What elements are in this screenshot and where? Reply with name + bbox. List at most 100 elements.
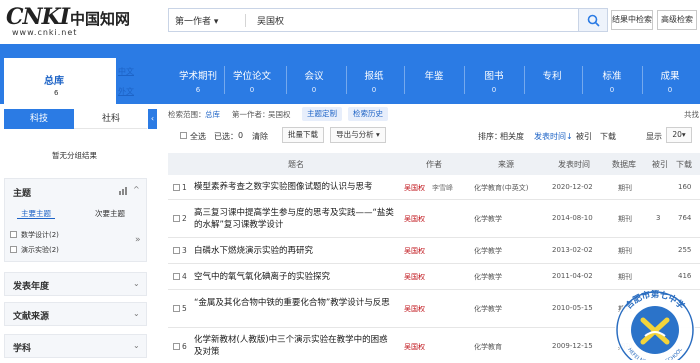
library-title: 总库 xyxy=(44,76,64,87)
batch-download-button[interactable]: 批量下载 xyxy=(282,127,324,143)
row-number: 6 xyxy=(182,342,187,351)
chart-icon[interactable] xyxy=(119,187,128,195)
facet-title: 发表年度 xyxy=(13,282,50,292)
chinese-link[interactable]: 中文 xyxy=(118,66,134,77)
category-label: 图书 xyxy=(484,71,504,82)
foreign-link[interactable]: 外文 xyxy=(118,86,134,97)
category-label: 报纸 xyxy=(364,71,384,82)
result-title-link[interactable]: 化学新教材(人教版)中三个演示实验在教学中的困惑及对策 xyxy=(194,334,394,358)
row-checkbox[interactable] xyxy=(173,215,180,222)
range-value[interactable]: 总库 xyxy=(205,109,220,120)
sort-date[interactable]: 发表时间↓ xyxy=(534,131,573,142)
search-field-select[interactable]: 第一作者 ▾ xyxy=(175,14,218,27)
category-divider xyxy=(286,66,287,94)
tab-tech[interactable]: 科技 xyxy=(4,109,74,129)
category-newspapers[interactable]: 报纸 0 xyxy=(350,68,398,94)
category-patents[interactable]: 专利 xyxy=(528,68,576,86)
search-input[interactable]: 吴国权 xyxy=(257,14,284,27)
column-date: 发表时间 xyxy=(558,160,590,169)
search-in-results-button[interactable]: 结果中检索 xyxy=(611,10,653,30)
facet-year[interactable]: 发表年度 ⌄ xyxy=(4,272,147,296)
advanced-search-button[interactable]: 高级检索 xyxy=(657,10,697,30)
row-checkbox[interactable] xyxy=(173,184,180,191)
chevron-up-icon[interactable]: ^ xyxy=(133,185,140,194)
row-checkbox[interactable] xyxy=(173,305,180,312)
checkbox[interactable] xyxy=(10,231,17,238)
category-divider xyxy=(404,66,405,94)
total-found-label: 共找 xyxy=(684,110,699,119)
facet-source[interactable]: 文献来源 ⌄ xyxy=(4,302,147,326)
facet-item[interactable]: 数学设计(2) xyxy=(21,230,59,240)
author-link[interactable]: 吴国权 xyxy=(404,183,425,193)
publish-date: 2020-12-02 xyxy=(552,183,593,191)
clear-link[interactable]: 清除 xyxy=(252,131,268,142)
result-title-link[interactable]: 空气中的氧气氧化碘离子的实验探究 xyxy=(194,271,330,283)
publish-date: 2010-05-15 xyxy=(552,304,593,312)
source-link[interactable]: 化学教学 xyxy=(474,304,502,314)
sort-relevance[interactable]: 相关度 xyxy=(500,131,524,142)
category-achievements[interactable]: 成果 0 xyxy=(646,68,694,94)
select-all-checkbox[interactable] xyxy=(180,132,187,139)
column-cited[interactable]: 被引 xyxy=(652,159,668,170)
category-yearbooks[interactable]: 年鉴 xyxy=(410,68,458,86)
row-checkbox[interactable] xyxy=(173,273,180,280)
category-label: 年鉴 xyxy=(424,71,444,82)
author-link[interactable]: 吴国权 xyxy=(404,342,425,352)
sort-date-label: 发表时间 xyxy=(534,132,566,141)
result-title-link[interactable]: 白磷水下燃烧演示实验的再研究 xyxy=(194,245,313,257)
selected-label: 已选： xyxy=(214,132,238,141)
category-theses[interactable]: 学位论文 0 xyxy=(228,68,276,94)
facet-item[interactable]: 演示实验(2) xyxy=(21,245,59,255)
more-icon[interactable]: » xyxy=(135,235,141,245)
category-label: 会议 xyxy=(304,71,324,82)
category-conference[interactable]: 会议 0 xyxy=(290,68,338,94)
source-link[interactable]: 化学教育(中英文) xyxy=(474,183,528,193)
result-title-link[interactable]: “金属及其化合物中铁的重要化合物”教学设计与反思 xyxy=(194,297,404,309)
author-link[interactable]: 吴国权 xyxy=(404,272,425,282)
sort-label: 排序： xyxy=(478,132,502,141)
search-history-button[interactable]: 检索历史 xyxy=(348,107,388,121)
facet-title: 文献来源 xyxy=(13,312,50,322)
category-count: 0 xyxy=(491,86,497,94)
source-link[interactable]: 化学教学 xyxy=(474,246,502,256)
category-standards[interactable]: 标准 0 xyxy=(588,68,636,94)
source-link[interactable]: 化学教学 xyxy=(474,214,502,224)
category-label: 学术期刊 xyxy=(178,71,217,82)
author-link[interactable]: 吴国权 xyxy=(404,246,425,256)
coauthor-link[interactable]: 李雪峰 xyxy=(432,183,453,193)
row-number: 5 xyxy=(182,304,187,313)
logo-mark: CNKI xyxy=(6,4,70,30)
tab-minor-topic[interactable]: 次要主题 xyxy=(95,208,125,219)
checkbox[interactable] xyxy=(10,246,17,253)
row-checkbox[interactable] xyxy=(173,343,180,350)
sort-cited[interactable]: 被引 xyxy=(576,131,592,142)
select-all-label[interactable]: 全选 xyxy=(190,131,206,142)
author-link[interactable]: 吴国权 xyxy=(404,214,425,224)
category-journals[interactable]: 学术期刊 6 xyxy=(174,68,222,94)
page-size-label: 显示 xyxy=(646,132,662,141)
library-count: 6 xyxy=(54,89,59,97)
topic-custom-button[interactable]: 主题定制 xyxy=(302,107,342,121)
category-label: 标准 xyxy=(602,71,622,82)
search-button[interactable] xyxy=(578,8,608,32)
download-count: 764 xyxy=(678,214,692,222)
category-divider xyxy=(224,66,225,94)
page-size-select[interactable]: 20▾ xyxy=(666,127,692,143)
cnki-logo[interactable]: CNKI 中国知网 www.cnki.net xyxy=(6,4,136,37)
cited-count[interactable]: 3 xyxy=(656,214,660,222)
tab-social[interactable]: 社科 xyxy=(76,109,146,129)
source-link[interactable]: 化学教学 xyxy=(474,272,502,282)
result-title-link[interactable]: 高三复习课中提高学生参与度的思考及实践——“盐类的水解”复习课教学设计 xyxy=(194,207,394,231)
category-books[interactable]: 图书 0 xyxy=(470,68,518,94)
row-checkbox[interactable] xyxy=(173,247,180,254)
facet-subject[interactable]: 学科 ⌄ xyxy=(4,334,147,358)
sort-downloads[interactable]: 下载 xyxy=(600,131,616,142)
collapse-sidebar-button[interactable]: ‹ xyxy=(148,109,157,129)
library-tab-all[interactable]: 总库 6 xyxy=(4,58,116,104)
export-analysis-button[interactable]: 导出与分析 ▾ xyxy=(330,127,386,143)
source-link[interactable]: 化学教育 xyxy=(474,342,502,352)
author-link[interactable]: 吴国权 xyxy=(404,304,425,314)
result-title-link[interactable]: 模型素养考查之数字实验图像试题的认识与思考 xyxy=(194,181,373,193)
column-downloads[interactable]: 下载 xyxy=(676,159,692,170)
side-tabs: 科技 社科 xyxy=(4,109,147,129)
